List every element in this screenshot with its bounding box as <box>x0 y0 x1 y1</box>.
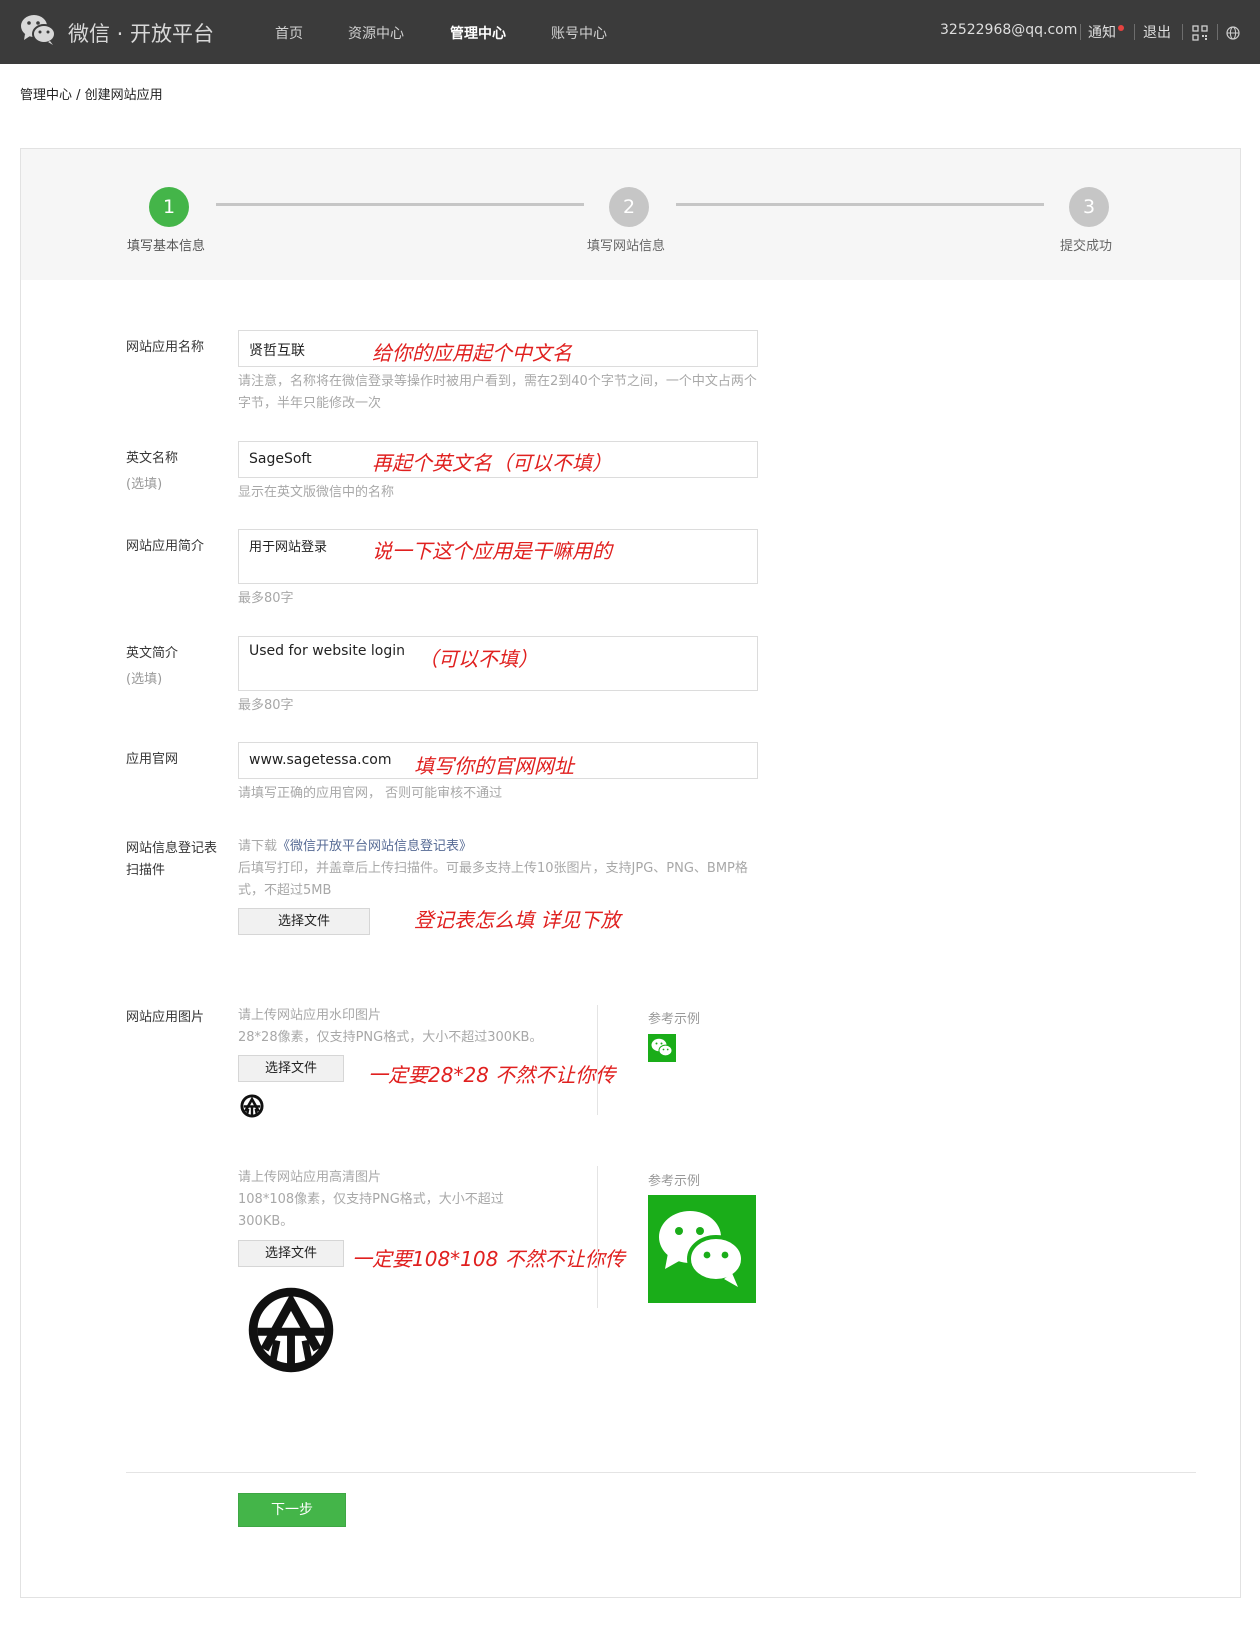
app-name-label: 网站应用名称 <box>126 340 205 355</box>
website-label: 应用官网 <box>126 752 179 767</box>
nav-account-center[interactable]: 账号中心 <box>551 23 607 43</box>
website-hint: 请填写正确的应用官网， 否则可能审核不通过 <box>238 786 503 801</box>
watermark-hint-title: 请上传网站应用水印图片 <box>238 1008 382 1023</box>
step-1-circle: 1 <box>149 187 189 227</box>
intro-hint: 最多80字 <box>238 591 294 606</box>
registration-form-download-link[interactable]: 《微信开放平台网站信息登记表》 <box>277 839 472 854</box>
step-2-label: 填写网站信息 <box>587 239 666 254</box>
step-connector <box>216 203 584 206</box>
hd-choose-file-button[interactable]: 选择文件 <box>238 1240 344 1267</box>
en-intro-value: Used for website login <box>249 643 405 659</box>
annotation: （可以不填） <box>418 647 538 671</box>
hd-reference-title: 参考示例 <box>648 1174 701 1189</box>
app-name-hint: 请注意，名称将在微信登录等操作时被用户看到，需在2到40个字节之间，一个中文占两… <box>238 374 757 411</box>
form-footer-divider <box>126 1472 1196 1473</box>
intro-label: 网站应用简介 <box>126 539 205 554</box>
website-value: www.sagetessa.com <box>249 752 392 768</box>
annotation: 一定要108*108 不然不让你传 <box>352 1247 625 1271</box>
en-intro-hint: 最多80字 <box>238 698 294 713</box>
annotation: 登记表怎么填 详见下放 <box>414 908 621 932</box>
annotation: 给你的应用起个中文名 <box>372 341 572 365</box>
en-name-hint: 显示在英文版微信中的名称 <box>238 485 395 500</box>
next-step-button[interactable]: 下一步 <box>238 1493 346 1527</box>
globe-icon[interactable] <box>1226 26 1240 40</box>
step-3-circle: 3 <box>1069 187 1109 227</box>
separator <box>1217 24 1218 40</box>
qrcode-icon[interactable] <box>1192 25 1208 41</box>
wechat-reference-large-icon <box>648 1195 756 1303</box>
notification-dot <box>1118 25 1124 31</box>
divider <box>597 1005 598 1115</box>
annotation: 填写你的官网网址 <box>414 754 574 778</box>
app-image-label: 网站应用图片 <box>126 1010 205 1025</box>
hd-hint-title: 请上传网站应用高清图片 <box>238 1170 382 1185</box>
registration-hint: 请下载《微信开放平台网站信息登记表》 后填写打印，并盖章后上传扫描件。可最多支持… <box>238 836 758 902</box>
registration-choose-file-button[interactable]: 选择文件 <box>238 908 370 935</box>
watermark-hint-spec: 28*28像素，仅支持PNG格式，大小不超过300KB。 <box>238 1030 543 1045</box>
separator <box>1182 24 1183 40</box>
divider <box>597 1166 598 1308</box>
logout-link[interactable]: 退出 <box>1143 22 1171 42</box>
step-2-circle: 2 <box>609 187 649 227</box>
en-intro-optional: (选填) <box>126 672 163 687</box>
en-name-value: SageSoft <box>249 451 312 467</box>
intro-value: 用于网站登录 <box>249 540 328 555</box>
nav-resource-center[interactable]: 资源中心 <box>348 23 404 43</box>
step-3-label: 提交成功 <box>1060 239 1113 254</box>
app-name-value: 贤哲互联 <box>249 343 305 359</box>
breadcrumb[interactable]: 管理中心 / 创建网站应用 <box>20 84 163 103</box>
platform-title: 微信 · 开放平台 <box>68 22 215 46</box>
en-name-optional: (选填) <box>126 477 163 492</box>
account-email[interactable]: 32522968@qq.com <box>940 22 1077 38</box>
watermark-reference-title: 参考示例 <box>648 1012 701 1027</box>
registration-label-line2: 扫描件 <box>126 863 166 878</box>
step-1-label: 填写基本信息 <box>127 239 206 254</box>
uploaded-hd-logo-icon <box>248 1287 334 1373</box>
annotation: 再起个英文名（可以不填） <box>372 451 612 475</box>
en-name-label: 英文名称 <box>126 451 179 466</box>
step-connector <box>676 203 1044 206</box>
nav-management-center[interactable]: 管理中心 <box>450 23 506 43</box>
separator <box>1134 24 1135 40</box>
annotation: 一定要28*28 不然不让你传 <box>368 1063 616 1087</box>
uploaded-watermark-logo-icon <box>240 1094 264 1118</box>
annotation: 说一下这个应用是干嘛用的 <box>372 539 612 563</box>
wechat-logo-icon[interactable] <box>20 14 56 46</box>
en-intro-label: 英文简介 <box>126 646 179 661</box>
separator <box>1080 24 1081 40</box>
registration-hint-rest: 后填写打印，并盖章后上传扫描件。可最多支持上传10张图片，支持JPG、PNG、B… <box>238 861 748 898</box>
notify-link[interactable]: 通知 <box>1088 22 1116 42</box>
registration-hint-prefix: 请下载 <box>238 839 278 854</box>
hd-hint-spec: 108*108像素，仅支持PNG格式，大小不超过300KB。 <box>238 1192 504 1229</box>
wechat-reference-small-icon <box>648 1034 676 1062</box>
watermark-choose-file-button[interactable]: 选择文件 <box>238 1055 344 1082</box>
nav-home[interactable]: 首页 <box>275 23 303 43</box>
registration-label: 网站信息登记表 <box>126 841 218 856</box>
